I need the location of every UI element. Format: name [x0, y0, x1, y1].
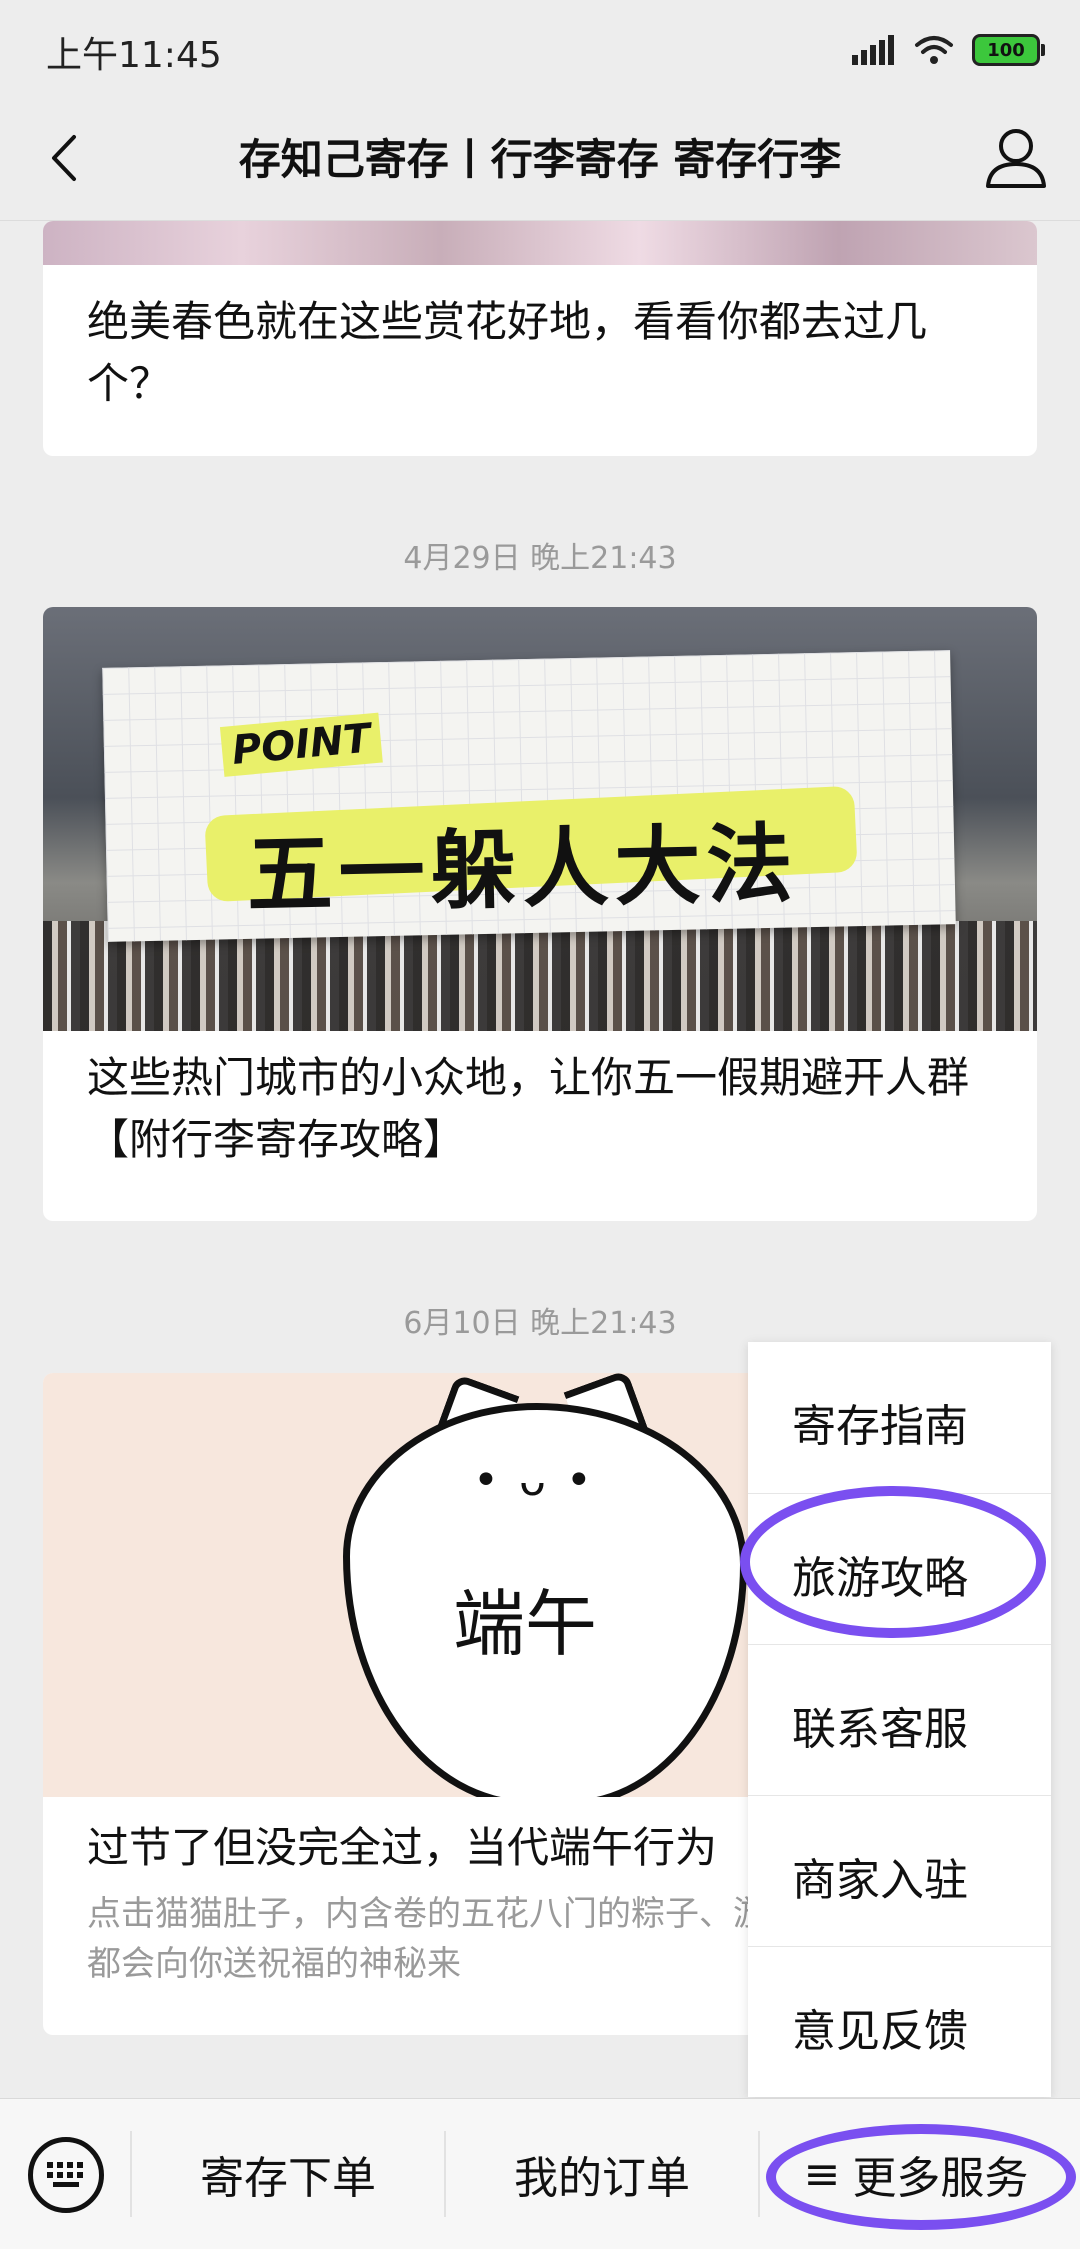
- wifi-icon: [915, 36, 953, 64]
- menu-storage-order[interactable]: 寄存下单: [132, 2099, 444, 2249]
- menu-item-storage-guide[interactable]: 寄存指南: [748, 1342, 1051, 1492]
- battery-level: 100: [987, 39, 1025, 61]
- paper-banner: POINT 五一躲人大法: [102, 650, 956, 942]
- menu-item-label: 寄存指南: [792, 1401, 968, 1452]
- menu-item-label: 联系客服: [792, 1704, 968, 1755]
- signal-icon: [852, 35, 894, 65]
- keyboard-icon: [47, 2162, 83, 2187]
- annotation-circle: [740, 1486, 1046, 1638]
- article-card[interactable]: POINT 五一躲人大法 这些热门城市的小众地，让你五一假期避开人群【附行李寄存…: [43, 607, 1037, 1221]
- status-icons: 100: [852, 30, 1045, 70]
- back-arrow-icon: [52, 135, 76, 181]
- cherry-blossom-image: [43, 221, 1037, 265]
- article-title: 绝美春色就在这些赏花好地，看看你都去过几个？: [87, 297, 928, 408]
- menu-my-orders[interactable]: 我的订单: [446, 2099, 758, 2249]
- nav-bar: 存知己寄存丨行李寄存 寄存行李: [0, 96, 1080, 221]
- status-time: 上午11:45: [46, 35, 222, 76]
- annotation-circle: [766, 2124, 1076, 2230]
- point-label: POINT: [219, 712, 383, 777]
- battery-icon: 100: [972, 34, 1045, 66]
- timestamp: 4月29日 晚上21:43: [403, 541, 677, 576]
- cat-text: 端午: [453, 1582, 598, 1666]
- keyboard-toggle-button[interactable]: [28, 2137, 104, 2213]
- timestamp: 6月10日 晚上21:43: [403, 1306, 677, 1341]
- user-profile-icon[interactable]: [982, 124, 1050, 192]
- status-bar: 上午11:45 100: [0, 0, 1080, 96]
- more-services-menu: 寄存指南 旅游攻略 联系客服 商家入驻 意见反馈: [748, 1342, 1051, 2097]
- menu-item-merchant-join[interactable]: 商家入驻: [748, 1795, 1051, 1946]
- menu-item-label: 意见反馈: [792, 2006, 968, 2057]
- menu-item-label: 商家入驻: [792, 1855, 968, 1906]
- page-title: 存知己寄存丨行李寄存 寄存行李: [238, 135, 842, 184]
- banner-text: 五一躲人大法: [245, 814, 800, 926]
- article-cover-image: POINT 五一躲人大法: [43, 607, 1037, 1031]
- menu-item-feedback[interactable]: 意见反馈: [748, 1946, 1051, 2097]
- article-title: 这些热门城市的小众地，让你五一假期避开人群【附行李寄存攻略】: [87, 1053, 970, 1164]
- back-button[interactable]: [32, 126, 96, 190]
- article-card[interactable]: 绝美春色就在这些赏花好地，看看你都去过几个？: [43, 221, 1037, 456]
- menu-item-contact-service[interactable]: 联系客服: [748, 1644, 1051, 1795]
- cat-face: •ᴗ•: [473, 1455, 612, 1506]
